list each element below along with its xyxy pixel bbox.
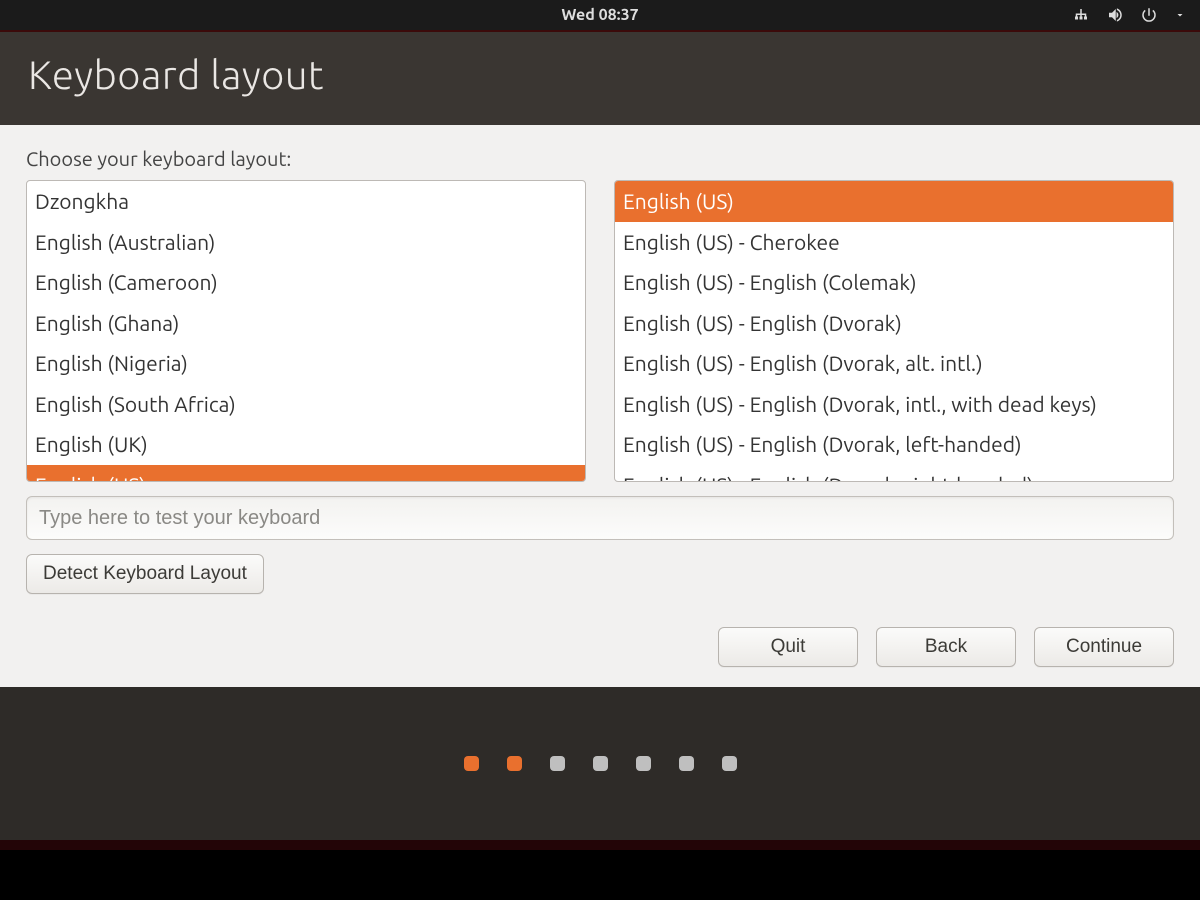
layout-list-item[interactable]: English (Australian): [27, 222, 585, 263]
chevron-down-icon[interactable]: [1174, 9, 1186, 21]
layout-list-item[interactable]: English (Cameroon): [27, 262, 585, 303]
variant-list-item[interactable]: English (US) - English (Dvorak, left-han…: [615, 424, 1173, 465]
layout-list-item[interactable]: English (South Africa): [27, 384, 585, 425]
clock: Wed 08:37: [561, 6, 638, 24]
prompt-label: Choose your keyboard layout:: [26, 147, 1174, 170]
power-icon[interactable]: [1140, 6, 1158, 24]
layout-list-item[interactable]: Dzongkha: [27, 181, 585, 222]
variant-list-item[interactable]: English (US) - English (Dvorak, intl., w…: [615, 384, 1173, 425]
progress-dot: [593, 756, 608, 771]
keyboard-test-input[interactable]: [26, 496, 1174, 540]
quit-button[interactable]: Quit: [718, 627, 858, 667]
page-title: Keyboard layout: [28, 52, 1172, 97]
progress-dot: [507, 756, 522, 771]
page-header: Keyboard layout: [0, 32, 1200, 125]
layout-list-item[interactable]: English (US): [27, 465, 585, 481]
progress-dot: [722, 756, 737, 771]
layout-list-item[interactable]: English (Nigeria): [27, 343, 585, 384]
continue-button[interactable]: Continue: [1034, 627, 1174, 667]
layout-list-item[interactable]: English (UK): [27, 424, 585, 465]
network-icon[interactable]: [1072, 6, 1090, 24]
detect-keyboard-button[interactable]: Detect Keyboard Layout: [26, 554, 264, 594]
progress-dot: [464, 756, 479, 771]
progress-dot: [550, 756, 565, 771]
system-tray: [1072, 0, 1186, 30]
system-top-bar: Wed 08:37: [0, 0, 1200, 30]
layout-list[interactable]: DzongkhaEnglish (Australian)English (Cam…: [26, 180, 586, 482]
layout-lists: DzongkhaEnglish (Australian)English (Cam…: [26, 180, 1174, 482]
volume-icon[interactable]: [1106, 6, 1124, 24]
bottom-strip: [0, 840, 1200, 900]
main-panel: Choose your keyboard layout: DzongkhaEng…: [0, 125, 1200, 687]
layout-list-item[interactable]: English (Ghana): [27, 303, 585, 344]
back-button[interactable]: Back: [876, 627, 1016, 667]
wizard-nav: Quit Back Continue: [26, 627, 1174, 667]
variant-list-item[interactable]: English (US): [615, 181, 1173, 222]
variant-list-item[interactable]: English (US) - English (Dvorak, alt. int…: [615, 343, 1173, 384]
progress-dot: [679, 756, 694, 771]
progress-dot: [636, 756, 651, 771]
variant-list-item[interactable]: English (US) - English (Dvorak): [615, 303, 1173, 344]
variant-list[interactable]: English (US)English (US) - CherokeeEngli…: [614, 180, 1174, 482]
variant-list-item[interactable]: English (US) - English (Colemak): [615, 262, 1173, 303]
progress-dots: [0, 687, 1200, 840]
variant-list-item[interactable]: English (US) - English (Dvorak, right-ha…: [615, 465, 1173, 481]
variant-list-item[interactable]: English (US) - Cherokee: [615, 222, 1173, 263]
